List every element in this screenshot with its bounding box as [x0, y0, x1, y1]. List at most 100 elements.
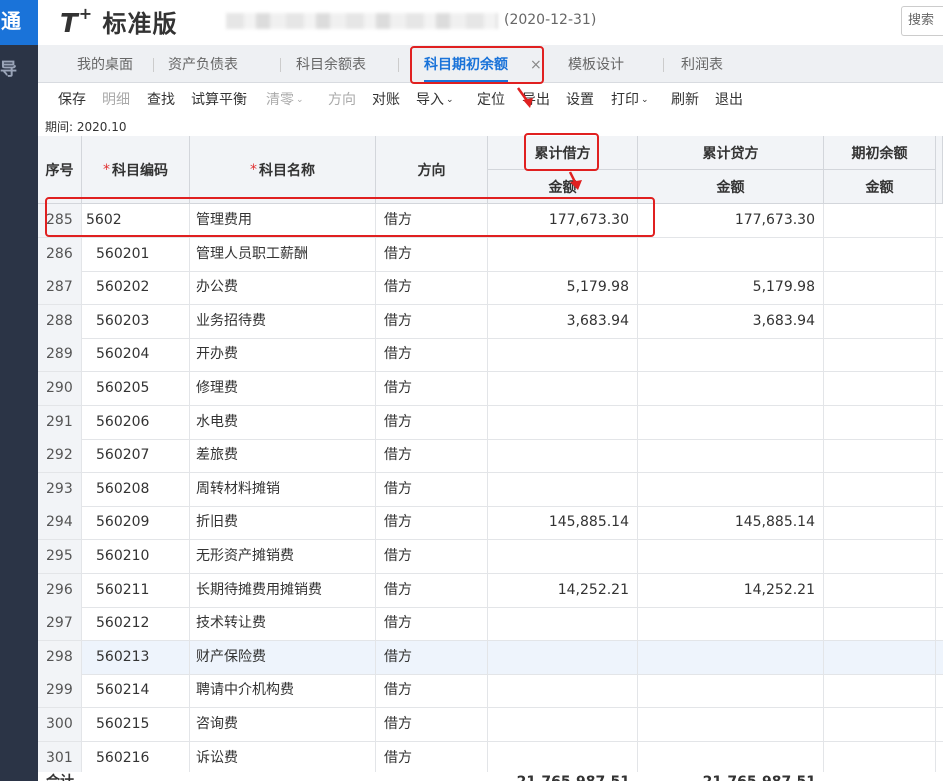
row-credit[interactable]: [638, 741, 824, 775]
row-opening[interactable]: [824, 640, 936, 674]
row-direction[interactable]: 借方: [376, 573, 488, 607]
row-name[interactable]: 诉讼费: [190, 741, 376, 775]
close-icon[interactable]: ×: [530, 45, 542, 83]
row-opening[interactable]: [824, 338, 936, 372]
row-opening[interactable]: [824, 506, 936, 540]
row-direction[interactable]: 借方: [376, 204, 488, 237]
tab-balance-sheet[interactable]: 资产负债表: [168, 45, 238, 83]
row-name[interactable]: 咨询费: [190, 708, 376, 741]
row-opening[interactable]: [824, 674, 936, 708]
table-row[interactable]: 295 560210 无形资产摊销费 借方: [38, 540, 943, 574]
table-row[interactable]: 297 560212 技术转让费 借方: [38, 607, 943, 642]
settings-button[interactable]: 设置: [566, 83, 594, 117]
row-debit[interactable]: [488, 607, 638, 641]
tab-opening-balance[interactable]: 科目期初余额: [424, 45, 508, 83]
table-row[interactable]: 301 560216 诉讼费 借方: [38, 741, 943, 776]
row-debit[interactable]: 177,673.30: [488, 204, 638, 237]
row-direction[interactable]: 借方: [376, 338, 488, 372]
row-debit[interactable]: [488, 439, 638, 473]
row-code[interactable]: 560208: [82, 472, 190, 506]
tab-income-statement[interactable]: 利润表: [681, 45, 723, 83]
row-name[interactable]: 管理人员职工薪酬: [190, 237, 376, 271]
row-code[interactable]: 560203: [82, 304, 190, 338]
row-name[interactable]: 开办费: [190, 338, 376, 372]
row-opening[interactable]: [824, 573, 936, 607]
row-debit[interactable]: [488, 472, 638, 506]
row-opening[interactable]: [824, 372, 936, 405]
row-credit[interactable]: 177,673.30: [638, 204, 824, 237]
row-name[interactable]: 水电费: [190, 405, 376, 439]
row-code[interactable]: 560215: [82, 708, 190, 741]
row-direction[interactable]: 借方: [376, 372, 488, 405]
table-row[interactable]: 293 560208 周转材料摊销 借方: [38, 472, 943, 507]
row-credit[interactable]: 145,885.14: [638, 506, 824, 540]
row-credit[interactable]: [638, 540, 824, 573]
row-direction[interactable]: 借方: [376, 304, 488, 338]
row-credit[interactable]: 14,252.21: [638, 573, 824, 607]
detail-button[interactable]: 明细: [102, 83, 130, 117]
row-code[interactable]: 560205: [82, 372, 190, 405]
row-credit[interactable]: [638, 405, 824, 439]
locate-button[interactable]: 定位: [477, 83, 505, 117]
table-row[interactable]: 300 560215 咨询费 借方: [38, 708, 943, 742]
row-credit[interactable]: 5,179.98: [638, 271, 824, 305]
row-opening[interactable]: [824, 237, 936, 271]
row-opening[interactable]: [824, 271, 936, 305]
clear-button[interactable]: 清零 ⌄: [266, 83, 304, 117]
row-name[interactable]: 办公费: [190, 271, 376, 305]
row-opening[interactable]: [824, 607, 936, 641]
row-credit[interactable]: [638, 237, 824, 271]
table-row[interactable]: 299 560214 聘请中介机构费 借方: [38, 674, 943, 709]
row-code[interactable]: 560210: [82, 540, 190, 573]
row-code[interactable]: 560213: [82, 640, 190, 674]
sidebar-item[interactable]: 导: [0, 52, 38, 88]
import-button[interactable]: 导入 ⌄: [416, 83, 454, 117]
row-direction[interactable]: 借方: [376, 674, 488, 708]
table-row[interactable]: 289 560204 开办费 借方: [38, 338, 943, 373]
row-code[interactable]: 560207: [82, 439, 190, 473]
row-code[interactable]: 560201: [82, 237, 190, 271]
row-name[interactable]: 无形资产摊销费: [190, 540, 376, 573]
row-name[interactable]: 周转材料摊销: [190, 472, 376, 506]
row-debit[interactable]: [488, 372, 638, 405]
row-debit[interactable]: [488, 708, 638, 741]
tab-my-desktop[interactable]: 我的桌面: [77, 45, 133, 83]
save-button[interactable]: 保存: [58, 83, 86, 117]
row-direction[interactable]: 借方: [376, 237, 488, 271]
row-opening[interactable]: [824, 204, 936, 237]
row-name[interactable]: 差旅费: [190, 439, 376, 473]
row-direction[interactable]: 借方: [376, 640, 488, 674]
table-row[interactable]: 291 560206 水电费 借方: [38, 405, 943, 440]
row-debit[interactable]: 5,179.98: [488, 271, 638, 305]
row-code[interactable]: 5602: [82, 204, 190, 237]
row-credit[interactable]: [638, 472, 824, 506]
row-direction[interactable]: 借方: [376, 607, 488, 641]
row-credit[interactable]: [638, 439, 824, 473]
row-direction[interactable]: 借方: [376, 708, 488, 741]
row-opening[interactable]: [824, 741, 936, 775]
row-direction[interactable]: 借方: [376, 506, 488, 540]
row-direction[interactable]: 借方: [376, 439, 488, 473]
row-name[interactable]: 管理费用: [190, 204, 376, 237]
row-code[interactable]: 560211: [82, 573, 190, 607]
row-name[interactable]: 财产保险费: [190, 640, 376, 674]
row-code[interactable]: 560202: [82, 271, 190, 305]
row-name[interactable]: 折旧费: [190, 506, 376, 540]
row-debit[interactable]: 145,885.14: [488, 506, 638, 540]
row-debit[interactable]: [488, 640, 638, 674]
table-row[interactable]: 290 560205 修理费 借方: [38, 372, 943, 406]
find-button[interactable]: 查找: [147, 83, 175, 117]
table-row[interactable]: 286 560201 管理人员职工薪酬 借方: [38, 237, 943, 272]
row-direction[interactable]: 借方: [376, 405, 488, 439]
row-direction[interactable]: 借方: [376, 472, 488, 506]
table-row[interactable]: 288 560203 业务招待费 借方 3,683.94 3,683.94: [38, 304, 943, 339]
row-code[interactable]: 560212: [82, 607, 190, 641]
row-debit[interactable]: [488, 540, 638, 573]
row-opening[interactable]: [824, 439, 936, 473]
row-name[interactable]: 长期待摊费用摊销费: [190, 573, 376, 607]
table-row[interactable]: 287 560202 办公费 借方 5,179.98 5,179.98: [38, 271, 943, 306]
row-credit[interactable]: [638, 372, 824, 405]
row-code[interactable]: 560209: [82, 506, 190, 540]
export-button[interactable]: 导出: [522, 83, 550, 117]
row-direction[interactable]: 借方: [376, 271, 488, 305]
